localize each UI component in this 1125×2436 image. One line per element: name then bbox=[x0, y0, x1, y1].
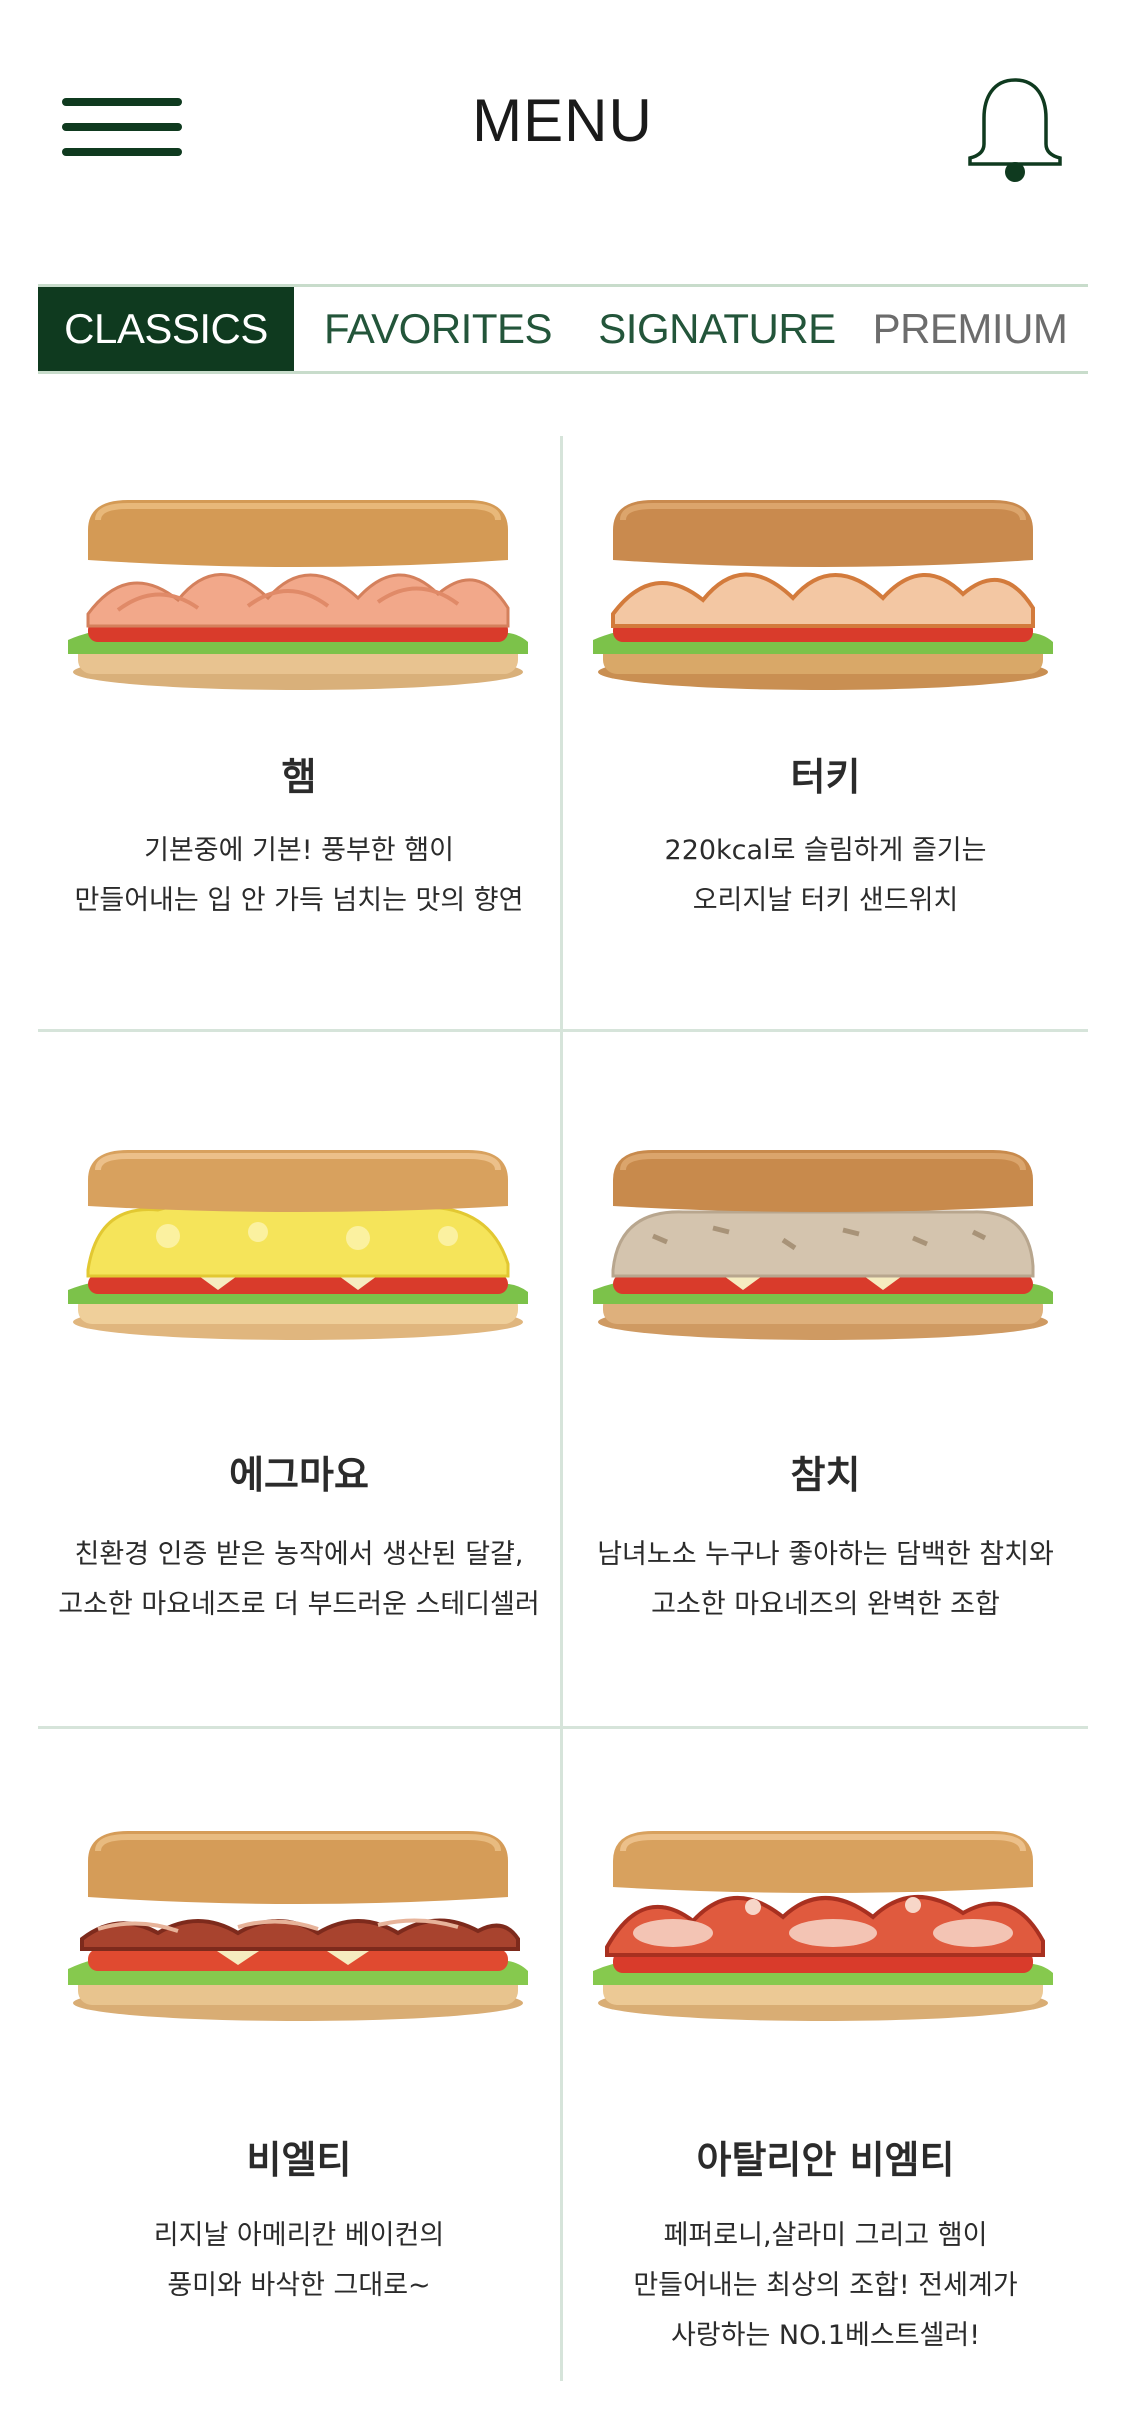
menu-item-description: 리지날 아메리칸 베이컨의 풍미와 바삭한 그대로~ bbox=[38, 2211, 560, 2311]
description-line: 남녀노소 누구나 좋아하는 담백한 참치와 bbox=[597, 1539, 1054, 1570]
menu-item-tuna[interactable]: 참치 남녀노소 누구나 좋아하는 담백한 참치와 고소한 마요네즈의 완벽한 조… bbox=[563, 1032, 1088, 1726]
description-line: 풍미와 바삭한 그대로~ bbox=[167, 2270, 431, 2301]
description-line: 기본중에 기본! 풍부한 햄이 bbox=[144, 835, 454, 866]
tuna-sandwich-image bbox=[593, 1150, 1053, 1340]
turkey-sandwich-image bbox=[593, 500, 1053, 690]
menu-screen: MENU CLASSICS FAVORITES SIGNATURE PREMIU… bbox=[0, 0, 1125, 2436]
menu-item-ham[interactable]: 햄 기본중에 기본! 풍부한 햄이 만들어내는 입 안 가득 넘치는 맛의 향연 bbox=[38, 436, 563, 1029]
menu-item-egg-mayo[interactable]: 에그마요 친환경 인증 받은 농작에서 생산된 달걀, 고소한 마요네즈로 더 … bbox=[38, 1032, 563, 1726]
menu-item-description: 페퍼로니,살라미 그리고 햄이 만들어내는 최상의 조합! 전세계가 사랑하는 … bbox=[563, 2211, 1088, 2361]
menu-item-name: 햄 bbox=[281, 755, 317, 799]
description-line: 고소한 마요네즈의 완벽한 조합 bbox=[651, 1589, 1000, 1620]
page-title: MENU bbox=[472, 87, 653, 154]
description-line: 만들어내는 입 안 가득 넘치는 맛의 향연 bbox=[74, 885, 524, 916]
blt-sandwich-image bbox=[68, 1831, 528, 2021]
description-line: 친환경 인증 받은 농작에서 생산된 달걀, bbox=[74, 1539, 524, 1570]
tab-classics[interactable]: CLASSICS bbox=[38, 287, 294, 371]
egg-mayo-sandwich-image bbox=[68, 1150, 528, 1340]
tab-signature[interactable]: SIGNATURE bbox=[582, 287, 852, 371]
menu-grid: 햄 기본중에 기본! 풍부한 햄이 만들어내는 입 안 가득 넘치는 맛의 향연 bbox=[38, 436, 1088, 2381]
menu-item-description: 친환경 인증 받은 농작에서 생산된 달걀, 고소한 마요네즈로 더 부드러운 … bbox=[38, 1530, 560, 1630]
menu-item-italian-bmt[interactable]: 아탈리안 비엠티 페퍼로니,살라미 그리고 햄이 만들어내는 최상의 조합! 전… bbox=[563, 1729, 1088, 2381]
tab-premium[interactable]: PREMIUM bbox=[852, 287, 1088, 371]
menu-item-description: 220kcal로 슬림하게 즐기는 오리지날 터키 샌드위치 bbox=[563, 826, 1088, 926]
description-line: 사랑하는 NO.1베스트셀러! bbox=[670, 2320, 981, 2351]
menu-item-description: 기본중에 기본! 풍부한 햄이 만들어내는 입 안 가득 넘치는 맛의 향연 bbox=[38, 826, 560, 926]
menu-item-turkey[interactable]: 터키 220kcal로 슬림하게 즐기는 오리지날 터키 샌드위치 bbox=[563, 436, 1088, 1029]
menu-row: 비엘티 리지날 아메리칸 베이컨의 풍미와 바삭한 그대로~ 아탈리안 비엠티 … bbox=[38, 1729, 1088, 2381]
menu-item-name: 터키 bbox=[790, 755, 861, 799]
tab-favorites[interactable]: FAVORITES bbox=[294, 287, 582, 371]
menu-item-name: 아탈리안 비엠티 bbox=[696, 2138, 955, 2182]
menu-row: 햄 기본중에 기본! 풍부한 햄이 만들어내는 입 안 가득 넘치는 맛의 향연 bbox=[38, 436, 1088, 1032]
italian-bmt-sandwich-image bbox=[593, 1831, 1053, 2021]
menu-row: 에그마요 친환경 인증 받은 농작에서 생산된 달걀, 고소한 마요네즈로 더 … bbox=[38, 1032, 1088, 1729]
menu-item-name: 에그마요 bbox=[229, 1453, 369, 1497]
description-line: 오리지날 터키 샌드위치 bbox=[692, 885, 959, 916]
ham-sandwich-image bbox=[68, 500, 528, 690]
description-line: 220kcal로 슬림하게 즐기는 bbox=[664, 835, 987, 866]
category-tabs: CLASSICS FAVORITES SIGNATURE PREMIUM bbox=[38, 284, 1088, 374]
description-line: 리지날 아메리칸 베이컨의 bbox=[153, 2220, 445, 2251]
description-line: 페퍼로니,살라미 그리고 햄이 bbox=[663, 2220, 988, 2251]
menu-item-name: 비엘티 bbox=[246, 2138, 352, 2182]
description-line: 만들어내는 최상의 조합! 전세계가 bbox=[633, 2270, 1018, 2301]
bell-icon[interactable] bbox=[962, 74, 1068, 184]
menu-item-description: 남녀노소 누구나 좋아하는 담백한 참치와 고소한 마요네즈의 완벽한 조합 bbox=[563, 1530, 1088, 1630]
menu-item-blt[interactable]: 비엘티 리지날 아메리칸 베이컨의 풍미와 바삭한 그대로~ bbox=[38, 1729, 563, 2381]
menu-item-name: 참치 bbox=[790, 1453, 861, 1497]
description-line: 고소한 마요네즈로 더 부드러운 스테디셀러 bbox=[58, 1589, 540, 1620]
